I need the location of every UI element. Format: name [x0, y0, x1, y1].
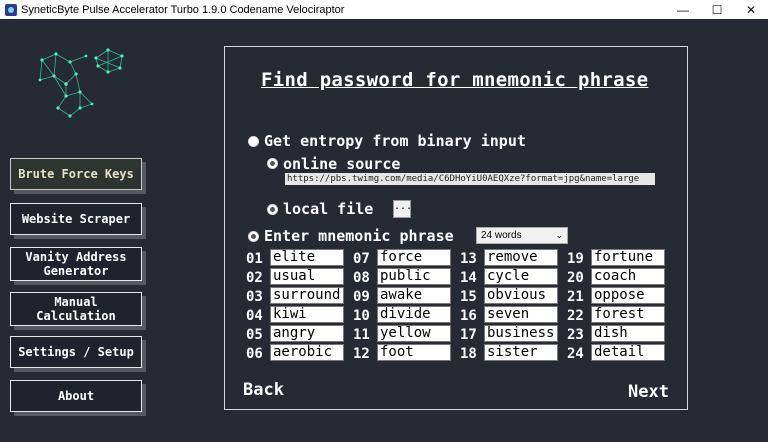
word-input[interactable]: business — [484, 325, 558, 342]
word-input[interactable]: coach — [591, 268, 665, 285]
word-number: 11 — [353, 327, 370, 343]
word-input[interactable]: force — [377, 249, 451, 266]
word-input[interactable]: yellow — [377, 325, 451, 342]
close-button[interactable]: ✕ — [734, 0, 768, 19]
word-input[interactable]: seven — [484, 306, 558, 323]
word-input[interactable]: elite — [270, 249, 344, 266]
word-input[interactable]: public — [377, 268, 451, 285]
word-input[interactable]: forest — [591, 306, 665, 323]
word-number: 23 — [567, 327, 584, 343]
entropy-radio[interactable] — [248, 136, 259, 147]
page-title: Find password for mnemonic phrase — [261, 69, 649, 91]
word-number: 01 — [246, 251, 263, 267]
word-input[interactable]: awake — [377, 287, 451, 304]
word-input[interactable]: remove — [484, 249, 558, 266]
word-number: 13 — [460, 251, 477, 267]
mnemonic-option-label: Enter mnemonic phrase — [264, 227, 454, 245]
word-number: 17 — [460, 327, 477, 343]
word-number: 22 — [567, 308, 584, 324]
chevron-down-icon: ⌄ — [555, 230, 563, 240]
word-input[interactable]: angry — [270, 325, 344, 342]
network-logo-icon — [38, 48, 124, 118]
nav-vanity-address-generator[interactable]: Vanity Address Generator — [10, 247, 142, 281]
nav-settings-setup[interactable]: Settings / Setup — [10, 336, 142, 368]
word-input[interactable]: dish — [591, 325, 665, 342]
maximize-button[interactable]: ☐ — [700, 0, 734, 19]
word-number: 14 — [460, 270, 477, 286]
word-number: 03 — [246, 289, 263, 305]
word-count-select[interactable]: 24 words ⌄ — [476, 227, 568, 244]
word-input[interactable]: detail — [591, 344, 665, 361]
word-number: 24 — [567, 346, 584, 362]
word-number: 16 — [460, 308, 477, 324]
main-panel: Find password for mnemonic phrase Get en… — [224, 46, 688, 410]
window-title: SyneticByte Pulse Accelerator Turbo 1.9.… — [21, 3, 345, 16]
word-number: 20 — [567, 270, 584, 286]
word-number: 04 — [246, 308, 263, 324]
next-button[interactable]: Next — [628, 382, 669, 402]
nav-manual-calculation[interactable]: Manual Calculation — [10, 292, 142, 326]
nav-website-scraper[interactable]: Website Scraper — [10, 203, 142, 235]
word-input[interactable]: aerobic — [270, 344, 344, 361]
online-source-label: online source — [283, 155, 401, 173]
word-number: 10 — [353, 308, 370, 324]
word-input[interactable]: oppose — [591, 287, 665, 304]
word-input[interactable]: surround — [270, 287, 344, 304]
word-number: 18 — [460, 346, 477, 362]
word-number: 02 — [246, 270, 263, 286]
word-input[interactable]: fortune — [591, 249, 665, 266]
word-input[interactable]: foot — [377, 344, 451, 361]
word-input[interactable]: usual — [270, 268, 344, 285]
word-number: 15 — [460, 289, 477, 305]
word-number: 05 — [246, 327, 263, 343]
app-icon — [5, 3, 17, 16]
word-number: 08 — [353, 270, 370, 286]
word-number: 07 — [353, 251, 370, 267]
browse-button[interactable]: ... — [393, 200, 412, 218]
word-input[interactable]: sister — [484, 344, 558, 361]
local-file-label: local file — [283, 200, 374, 218]
word-input[interactable]: obvious — [484, 287, 558, 304]
word-number: 12 — [353, 346, 370, 362]
title-bar: SyneticByte Pulse Accelerator Turbo 1.9.… — [0, 0, 768, 19]
minimize-button[interactable]: — — [666, 0, 700, 19]
mnemonic-radio[interactable] — [248, 231, 259, 242]
word-input[interactable]: divide — [377, 306, 451, 323]
url-input[interactable]: https://pbs.twimg.com/media/C6DHoYiU0AEQ… — [285, 173, 655, 185]
nav-about[interactable]: About — [10, 380, 142, 412]
word-number: 19 — [567, 251, 584, 267]
nav-brute-force-keys[interactable]: Brute Force Keys — [10, 158, 142, 190]
word-number: 06 — [246, 346, 263, 362]
word-count-value: 24 words — [481, 230, 522, 241]
entropy-option-label: Get entropy from binary input — [264, 132, 526, 150]
online-source-radio[interactable] — [267, 158, 278, 169]
local-file-radio[interactable] — [267, 204, 278, 215]
back-button[interactable]: Back — [243, 380, 284, 400]
word-number: 09 — [353, 289, 370, 305]
word-input[interactable]: kiwi — [270, 306, 344, 323]
word-number: 21 — [567, 289, 584, 305]
word-input[interactable]: cycle — [484, 268, 558, 285]
